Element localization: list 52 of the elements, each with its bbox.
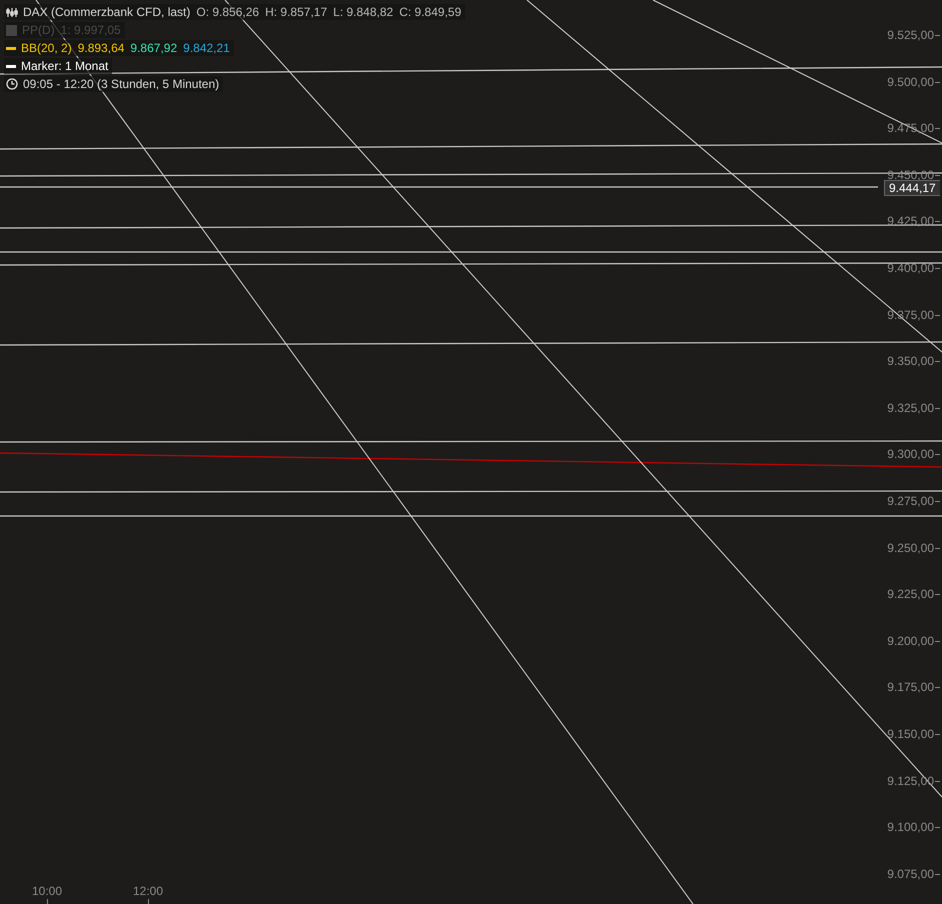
y-axis-label: 9.175,00 — [886, 680, 934, 694]
tick-mark — [935, 268, 940, 269]
tick-mark — [935, 734, 940, 735]
y-axis-label: 9.300,00 — [886, 447, 934, 462]
legend-label: Marker: 1 Monat — [21, 59, 108, 73]
tick-mark — [935, 454, 940, 456]
legend-value: 9.893,64 — [78, 41, 124, 55]
tick-mark — [935, 35, 940, 36]
tick-mark — [935, 314, 940, 316]
tick-mark — [47, 899, 48, 904]
tick-mark — [935, 82, 940, 83]
y-axis-label: 9.100,00 — [886, 820, 934, 834]
y-axis-label: 9.075,00 — [886, 866, 934, 881]
tick-mark — [935, 640, 940, 642]
tick-mark — [148, 899, 149, 904]
square-icon — [6, 24, 17, 36]
tick-mark — [935, 361, 940, 362]
legend-value: 9.867,92 — [130, 41, 178, 55]
y-axis-label: 9.350,00 — [886, 354, 934, 368]
y-axis-label: 9.500,00 — [886, 74, 934, 89]
y-axis-label: 9.150,00 — [886, 727, 934, 741]
legend-label: BB(20, 2) — [21, 41, 72, 55]
legend-label: 09:05 - 12:20 (3 Stunden, 5 Minuten) — [23, 77, 220, 91]
tick-mark — [935, 174, 940, 176]
tick-mark — [935, 408, 940, 409]
tick-mark — [935, 128, 940, 130]
tick-mark — [935, 827, 940, 828]
legend-label: DAX (Commerzbank CFD, last) — [23, 5, 190, 19]
tick-mark — [935, 874, 940, 875]
tick-mark — [935, 221, 940, 222]
y-axis-label: 9.225,00 — [886, 587, 934, 602]
legend-value: H: 9.857,17 — [265, 5, 328, 19]
y-axis-label: 9.525,00 — [886, 28, 934, 42]
legend-value: 9.842,21 — [183, 41, 230, 55]
legend-value: L: 9.848,82 — [333, 5, 394, 19]
price-tag: 9.444,17 — [884, 180, 940, 196]
tick-mark — [935, 687, 940, 688]
x-axis-label: 10:00 — [30, 884, 64, 898]
y-axis-label: 9.250,00 — [886, 540, 934, 555]
y-axis-label: 9.400,00 — [886, 261, 934, 275]
legend-value: O: 9.856,26 — [196, 5, 260, 19]
tick-mark — [935, 501, 940, 502]
y-axis-label: 9.275,00 — [886, 494, 934, 508]
y-axis-label: 9.325,00 — [886, 400, 934, 415]
bars-icon — [6, 6, 18, 18]
tick-mark — [935, 780, 940, 782]
clock-icon — [6, 78, 18, 90]
y-axis-label: 9.200,00 — [886, 634, 934, 648]
x-axis-label: 12:00 — [132, 884, 164, 898]
legend-value: C: 9.849,59 — [399, 5, 462, 19]
tick-mark — [935, 548, 940, 549]
tick-mark — [935, 594, 940, 596]
